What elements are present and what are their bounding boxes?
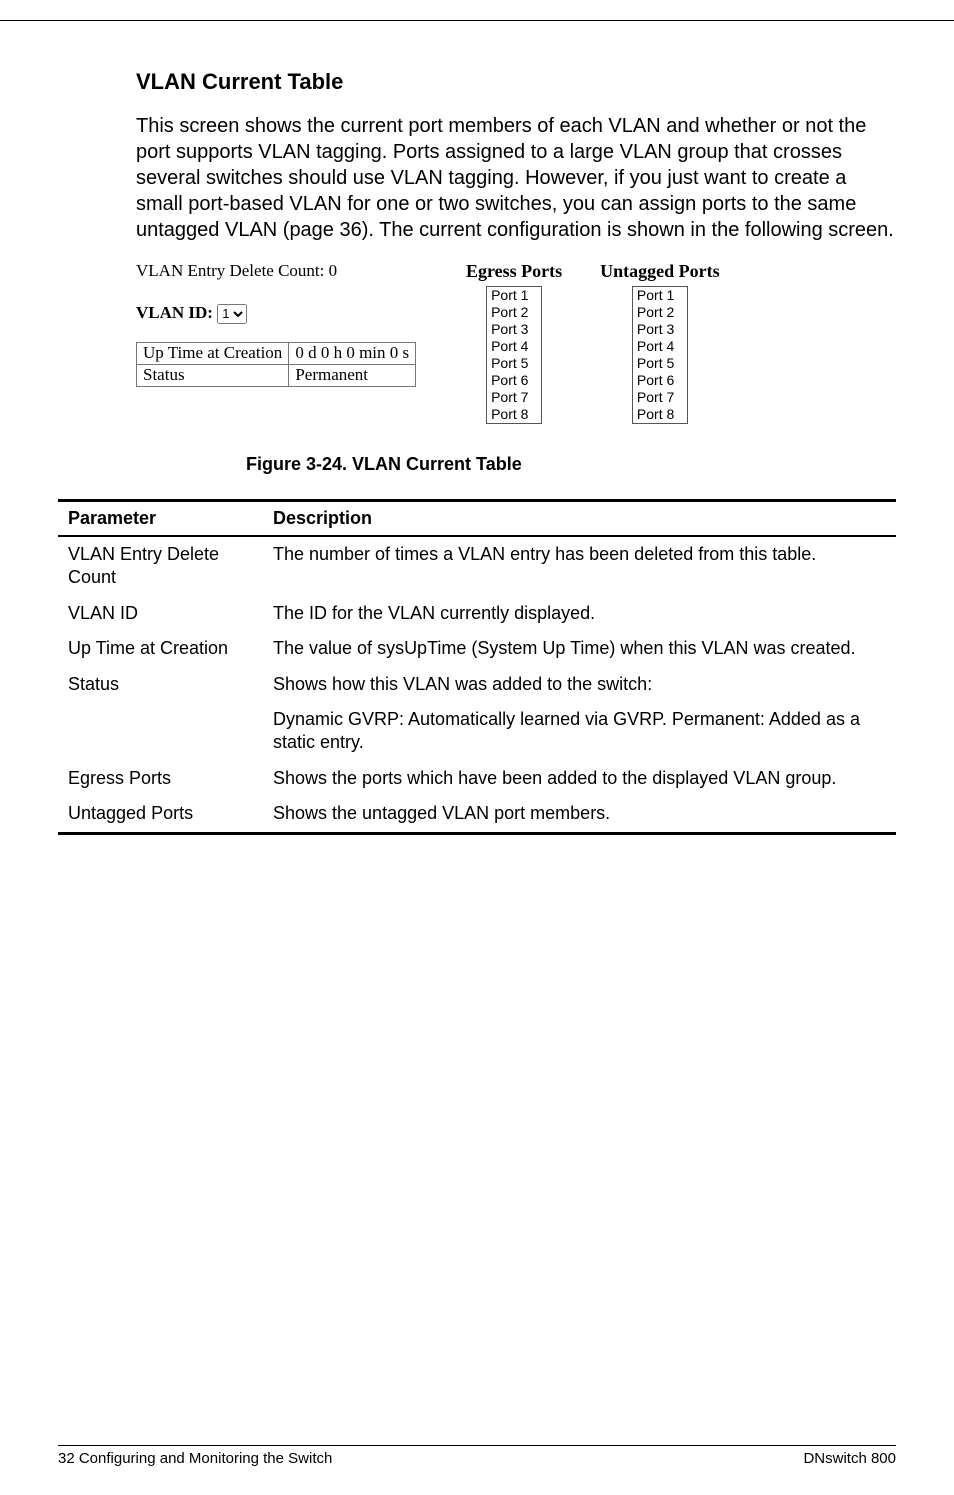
list-item[interactable]: Port 7	[487, 389, 541, 406]
list-item[interactable]: Port 2	[633, 304, 687, 321]
creation-status-table: Up Time at Creation 0 d 0 h 0 min 0 s St…	[136, 342, 416, 387]
footer-left: 32 Configuring and Monitoring the Switch	[58, 1450, 332, 1467]
param-cell: VLAN ID	[58, 596, 263, 631]
section-title: VLAN Current Table	[136, 69, 896, 95]
param-cell: Egress Ports	[58, 761, 263, 796]
param-cell	[58, 702, 263, 761]
list-item[interactable]: Port 4	[633, 338, 687, 355]
desc-cell: Dynamic GVRP: Automatically learned via …	[263, 702, 896, 761]
egress-ports-listbox[interactable]: Port 1 Port 2 Port 3 Port 4 Port 5 Port …	[486, 286, 542, 424]
desc-cell: The value of sysUpTime (System Up Time) …	[263, 631, 896, 666]
list-item[interactable]: Port 3	[633, 321, 687, 338]
desc-cell: Shows how this VLAN was added to the swi…	[263, 667, 896, 702]
list-item[interactable]: Port 1	[487, 287, 541, 304]
parameter-table: Parameter Description VLAN Entry Delete …	[58, 499, 896, 835]
list-item[interactable]: Port 1	[633, 287, 687, 304]
intro-paragraph: This screen shows the current port membe…	[136, 113, 896, 243]
list-item[interactable]: Port 2	[487, 304, 541, 321]
list-item[interactable]: Port 7	[633, 389, 687, 406]
list-item[interactable]: Port 8	[633, 406, 687, 423]
figure-vlan-current: VLAN Entry Delete Count: 0 VLAN ID: 1 Up…	[136, 261, 896, 424]
vlan-id-select[interactable]: 1	[217, 304, 247, 324]
uptime-value-cell: 0 d 0 h 0 min 0 s	[289, 342, 416, 364]
table-row: Untagged Ports Shows the untagged VLAN p…	[58, 796, 896, 833]
param-cell: Untagged Ports	[58, 796, 263, 833]
figure-caption: Figure 3-24. VLAN Current Table	[246, 454, 896, 475]
table-row: Status Shows how this VLAN was added to …	[58, 667, 896, 702]
footer-right: DNswitch 800	[803, 1450, 896, 1467]
untagged-ports-listbox[interactable]: Port 1 Port 2 Port 3 Port 4 Port 5 Port …	[632, 286, 688, 424]
list-item[interactable]: Port 3	[487, 321, 541, 338]
uptime-label-cell: Up Time at Creation	[137, 342, 289, 364]
status-label-cell: Status	[137, 364, 289, 386]
table-row: Egress Ports Shows the ports which have …	[58, 761, 896, 796]
table-row: Dynamic GVRP: Automatically learned via …	[58, 702, 896, 761]
table-row: VLAN Entry Delete Count The number of ti…	[58, 536, 896, 596]
table-row: Up Time at Creation The value of sysUpTi…	[58, 631, 896, 666]
list-item[interactable]: Port 6	[633, 372, 687, 389]
table-header-parameter: Parameter	[58, 501, 263, 537]
egress-ports-header: Egress Ports	[466, 261, 562, 282]
list-item[interactable]: Port 8	[487, 406, 541, 423]
desc-cell: The ID for the VLAN currently displayed.	[263, 596, 896, 631]
list-item[interactable]: Port 4	[487, 338, 541, 355]
table-row: VLAN ID The ID for the VLAN currently di…	[58, 596, 896, 631]
desc-cell: The number of times a VLAN entry has bee…	[263, 536, 896, 596]
vlan-entry-delete-count-label: VLAN Entry Delete Count: 0	[136, 261, 466, 281]
page-footer: 32 Configuring and Monitoring the Switch…	[58, 1445, 896, 1467]
untagged-ports-header: Untagged Ports	[600, 261, 720, 282]
table-header-description: Description	[263, 501, 896, 537]
list-item[interactable]: Port 6	[487, 372, 541, 389]
list-item[interactable]: Port 5	[633, 355, 687, 372]
desc-cell: Shows the ports which have been added to…	[263, 761, 896, 796]
list-item[interactable]: Port 5	[487, 355, 541, 372]
status-value-cell: Permanent	[289, 364, 416, 386]
desc-cell: Shows the untagged VLAN port members.	[263, 796, 896, 833]
param-cell: Status	[58, 667, 263, 702]
param-cell: VLAN Entry Delete Count	[58, 536, 263, 596]
vlan-id-label: VLAN ID:	[136, 303, 213, 322]
param-cell: Up Time at Creation	[58, 631, 263, 666]
